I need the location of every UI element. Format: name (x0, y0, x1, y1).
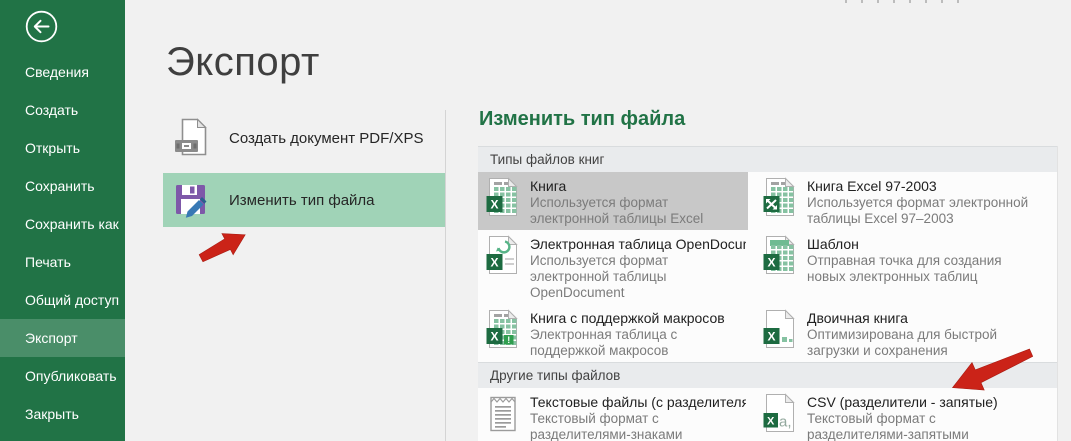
file-type-title: Текстовые файлы (с разделителями та... (530, 393, 746, 411)
export-options: Создать документ PDF/XPS Изменить тип фа… (163, 112, 445, 227)
file-type-item-workbook[interactable]: X КнигаИспользуется формат электронной т… (478, 172, 748, 230)
sidebar-item-save[interactable]: Сохранить (0, 167, 125, 205)
section-header-other-types: Другие типы файлов (478, 362, 1057, 388)
excel-workbook-icon: X (486, 177, 519, 217)
file-type-desc: Используется формат электронной таблицы … (530, 195, 746, 227)
backstage-sidebar: Сведения Создать Открыть Сохранить Сохра… (0, 0, 125, 441)
file-type-title: Двоичная книга (807, 309, 1029, 327)
svg-text:X: X (767, 416, 775, 428)
file-type-item-binary-workbook[interactable]: X Двоичная книгаОптимизирована для быстр… (755, 304, 1057, 362)
svg-text:!: ! (507, 335, 510, 345)
file-type-desc: Используется формат электронной таблицы … (807, 195, 1029, 227)
red-annotation-arrow-change-file-type (196, 228, 252, 264)
binary-workbook-icon: X (763, 309, 796, 349)
file-type-desc: Отправная точка для создания новых элект… (807, 253, 1029, 285)
file-type-desc: Электронная таблица с поддержкой макросо… (530, 327, 746, 359)
file-type-item-opendocument[interactable]: X Электронная таблица OpenDocumentИсполь… (478, 230, 748, 304)
sidebar-item-open[interactable]: Открыть (0, 129, 125, 167)
file-type-desc: Текстовый формат с разделителями-запятым… (807, 411, 1029, 441)
option-change-file-type[interactable]: Изменить тип файла (163, 173, 445, 227)
svg-text:X: X (767, 330, 775, 344)
file-type-item-excel-97-2003[interactable]: Книга Excel 97-2003Используется формат э… (755, 172, 1057, 230)
svg-text:X: X (490, 198, 498, 212)
sidebar-item-info[interactable]: Сведения (0, 53, 125, 91)
file-type-item-csv[interactable]: Xa, CSV (разделители - запятые)Текстовый… (755, 388, 1057, 441)
template-icon: X (763, 235, 796, 275)
file-type-title: CSV (разделители - запятые) (807, 393, 1029, 411)
sidebar-item-new[interactable]: Создать (0, 91, 125, 129)
other-types-grid: Текстовые файлы (с разделителями та...Те… (478, 388, 1057, 441)
option-label: Изменить тип файла (229, 192, 375, 209)
save-as-other-format-icon (173, 180, 213, 220)
file-type-panel: Типы файлов книг X КнигаИспользуется фор… (478, 146, 1058, 441)
svg-text:X: X (767, 256, 775, 270)
file-type-desc: Текстовый формат с разделителями-знаками… (530, 411, 746, 441)
file-type-item-text-files[interactable]: Текстовые файлы (с разделителями та...Те… (478, 388, 748, 441)
page-title: Экспорт (166, 40, 320, 85)
text-file-icon (486, 393, 519, 433)
file-type-item-macro-workbook[interactable]: X! Книга с поддержкой макросовЭлектронна… (478, 304, 748, 362)
file-type-title: Шаблон (807, 235, 1029, 253)
sidebar-item-publish[interactable]: Опубликовать (0, 357, 125, 395)
csv-file-icon: Xa, (763, 393, 796, 433)
file-type-item-template[interactable]: X ШаблонОтправная точка для создания нов… (755, 230, 1057, 304)
back-arrow-icon (25, 10, 58, 43)
sidebar-item-close[interactable]: Закрыть (0, 395, 125, 433)
file-type-title: Книга (530, 177, 746, 195)
file-type-title: Книга с поддержкой макросов (530, 309, 746, 327)
svg-text:X: X (490, 330, 498, 344)
svg-text:a,: a, (779, 414, 792, 431)
svg-text:X: X (490, 256, 498, 270)
vertical-divider (445, 110, 446, 441)
sidebar-item-export[interactable]: Экспорт (0, 319, 125, 357)
file-type-desc: Используется формат электронной таблицы … (530, 253, 746, 301)
panel-title: Изменить тип файла (479, 108, 685, 131)
truncated-titlebar-text (845, 0, 963, 3)
file-type-title: Книга Excel 97-2003 (807, 177, 1029, 195)
sidebar-item-save-as[interactable]: Сохранить как (0, 205, 125, 243)
macro-workbook-icon: X! (486, 309, 519, 349)
option-label: Создать документ PDF/XPS (229, 130, 424, 147)
back-button[interactable] (25, 10, 58, 43)
pdf-xps-document-icon (173, 118, 213, 158)
file-type-desc: Оптимизирована для быстрой загрузки и со… (807, 327, 1029, 359)
sidebar-item-print[interactable]: Печать (0, 243, 125, 281)
excel-97-2003-workbook-icon (763, 177, 796, 217)
section-header-workbook-types: Типы файлов книг (478, 146, 1057, 172)
file-type-title: Электронная таблица OpenDocument (530, 235, 746, 253)
workbook-types-grid: X КнигаИспользуется формат электронной т… (478, 172, 1057, 362)
opendocument-spreadsheet-icon: X (486, 235, 519, 275)
option-create-pdf-xps[interactable]: Создать документ PDF/XPS (163, 112, 445, 164)
sidebar-item-share[interactable]: Общий доступ (0, 281, 125, 319)
backstage-menu: Сведения Создать Открыть Сохранить Сохра… (0, 53, 125, 433)
